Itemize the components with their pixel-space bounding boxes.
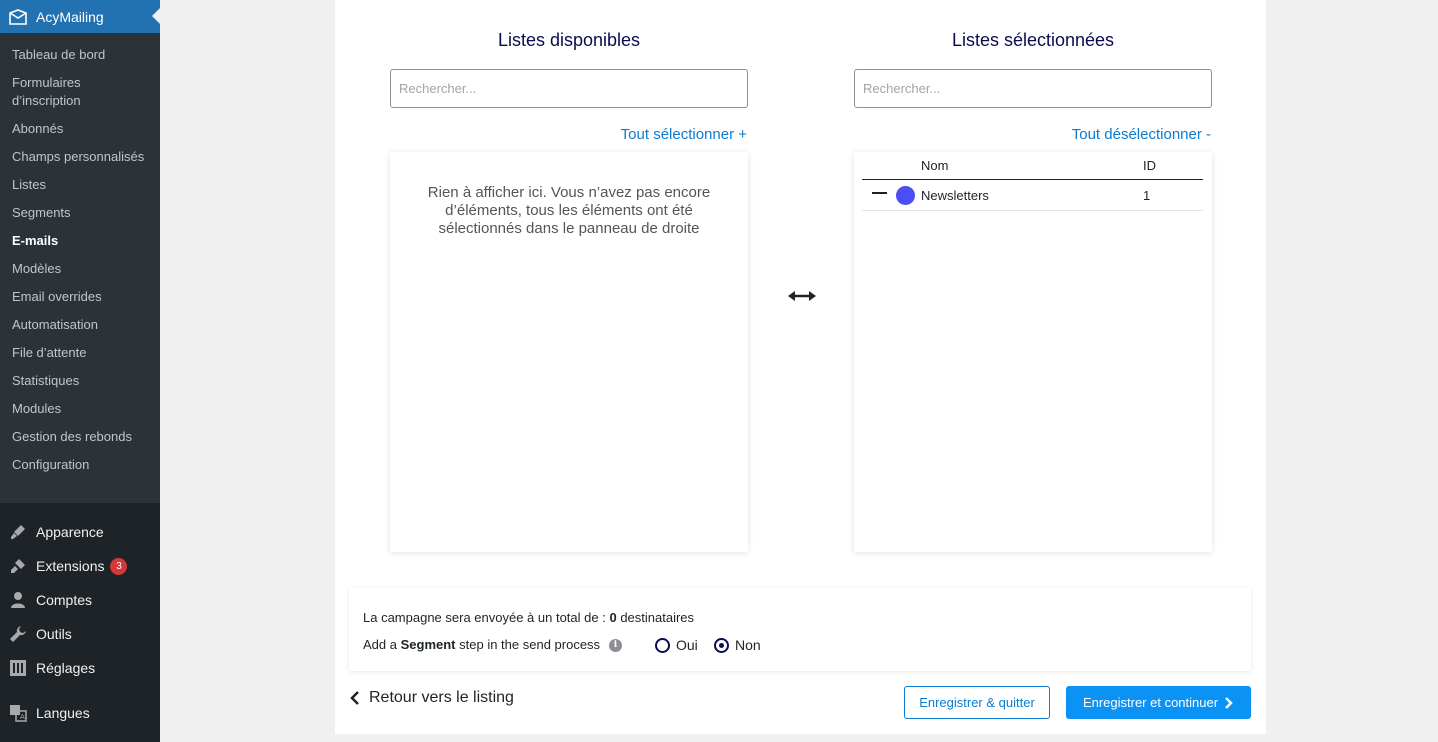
available-lists-title: Listes disponibles <box>497 30 641 50</box>
column-header-id: ID <box>1143 158 1156 173</box>
plugin-name: AcyMailing <box>36 8 104 25</box>
sidebar-item-acymailing[interactable]: AcyMailing <box>0 0 160 33</box>
segment-option-yes-radio[interactable] <box>655 638 670 653</box>
admin-sidebar: AcyMailing Tableau de bord Formulaires d… <box>0 0 160 742</box>
save-and-quit-button[interactable]: Enregistrer & quitter <box>904 686 1050 719</box>
sidebar-item-accounts[interactable]: Comptes <box>0 583 160 617</box>
campaign-summary: La campagne sera envoyée à un total de :… <box>349 588 1251 671</box>
translate-icon: A <box>8 703 28 723</box>
sidebar-item-queue[interactable]: File d’attente <box>0 339 160 367</box>
admin-main-menu: Apparence Extensions 3 Comptes Outils Ré… <box>0 515 160 730</box>
segment-bold: Segment <box>400 637 456 652</box>
deselect-all-link[interactable]: Tout désélectionner - <box>853 126 1211 143</box>
acymailing-logo-icon <box>8 8 28 26</box>
sidebar-item-bounces[interactable]: Gestion des rebonds <box>0 423 160 451</box>
settings-icon <box>8 658 28 678</box>
wrench-icon <box>8 624 28 644</box>
recipients-suffix: destinataires <box>620 610 695 625</box>
select-all-link[interactable]: Tout sélectionner + <box>389 126 747 143</box>
table-header: Nom ID <box>862 152 1203 180</box>
sidebar-item-subscribers[interactable]: Abonnés <box>0 115 160 143</box>
svg-text:A: A <box>20 713 25 721</box>
info-icon[interactable]: i <box>609 639 622 652</box>
sidebar-item-appearance[interactable]: Apparence <box>0 515 160 549</box>
save-and-continue-button[interactable]: Enregistrer et continuer <box>1066 686 1251 719</box>
sidebar-item-forms[interactable]: Formulaires d’inscription <box>0 69 160 115</box>
sidebar-item-extensions[interactable]: Extensions 3 <box>0 549 160 583</box>
back-label: Retour vers le listing <box>369 689 514 706</box>
empty-message: Rien à afficher ici. Vous n’avez pas enc… <box>427 184 711 237</box>
sidebar-item-templates[interactable]: Modèles <box>0 255 160 283</box>
sidebar-item-tools[interactable]: Outils <box>0 617 160 651</box>
available-lists-box: Rien à afficher ici. Vous n’avez pas enc… <box>390 152 748 552</box>
sidebar-item-lists[interactable]: Listes <box>0 171 160 199</box>
sidebar-item-modules[interactable]: Modules <box>0 395 160 423</box>
acymailing-submenu: Tableau de bord Formulaires d’inscriptio… <box>0 33 160 503</box>
sidebar-item-statistics[interactable]: Statistiques <box>0 367 160 395</box>
user-icon <box>8 590 28 610</box>
segment-step-label: Add a Segment step in the send process <box>363 637 600 652</box>
current-menu-arrow <box>152 8 160 24</box>
sidebar-item-label: Réglages <box>36 660 96 676</box>
sidebar-item-custom-fields[interactable]: Champs personnalisés <box>0 143 160 171</box>
segment-option-no-radio[interactable] <box>714 638 729 653</box>
list-id: 1 <box>1143 188 1151 203</box>
table-row: Newsletters 1 <box>862 180 1203 211</box>
segment-option-no-label[interactable]: Non <box>735 637 761 653</box>
recipients-prefix: La campagne sera envoyée à un total de : <box>363 610 606 625</box>
save-continue-label: Enregistrer et continuer <box>1082 695 1219 710</box>
segment-option-yes-label[interactable]: Oui <box>676 637 698 653</box>
recipients-count: 0 <box>609 610 617 625</box>
sidebar-item-label: Comptes <box>36 592 93 608</box>
available-lists-search-input[interactable] <box>390 69 748 108</box>
list-name: Newsletters <box>921 188 989 203</box>
back-to-listing-link[interactable]: Retour vers le listing <box>349 689 514 707</box>
sidebar-item-label: Apparence <box>36 524 104 540</box>
selected-lists-search-input[interactable] <box>854 69 1212 108</box>
plugin-icon <box>8 556 28 576</box>
segment-prefix: Add a <box>363 637 397 652</box>
sidebar-item-automation[interactable]: Automatisation <box>0 311 160 339</box>
sidebar-item-settings[interactable]: Réglages <box>0 651 160 685</box>
sidebar-item-label: Outils <box>36 626 72 642</box>
swap-arrows-icon <box>788 291 816 301</box>
selected-lists-box: Nom ID Newsletters 1 <box>854 152 1212 552</box>
sidebar-item-dashboard[interactable]: Tableau de bord <box>0 41 160 69</box>
sidebar-item-emails[interactable]: E-mails <box>0 227 160 255</box>
sidebar-item-email-overrides[interactable]: Email overrides <box>0 283 160 311</box>
sidebar-item-segments[interactable]: Segments <box>0 199 160 227</box>
selected-lists-title: Listes sélectionnées <box>951 30 1115 50</box>
sidebar-item-label: Extensions <box>36 558 105 574</box>
segment-suffix: step in the send process <box>459 637 601 652</box>
sidebar-item-languages[interactable]: A Langues <box>0 696 160 730</box>
chevron-right-icon <box>1225 696 1233 709</box>
paintbrush-icon <box>8 522 28 542</box>
remove-item-button[interactable] <box>872 192 887 194</box>
sidebar-item-configuration[interactable]: Configuration <box>0 451 160 479</box>
update-count-badge: 3 <box>110 557 128 575</box>
column-header-name: Nom <box>921 158 949 173</box>
list-selection-panel: Listes disponibles Tout sélectionner + R… <box>335 0 1266 734</box>
sidebar-item-label: Langues <box>36 705 90 721</box>
recipients-summary: La campagne sera envoyée à un total de :… <box>363 610 694 625</box>
chevron-left-icon <box>350 691 359 705</box>
list-color-dot <box>896 186 915 205</box>
